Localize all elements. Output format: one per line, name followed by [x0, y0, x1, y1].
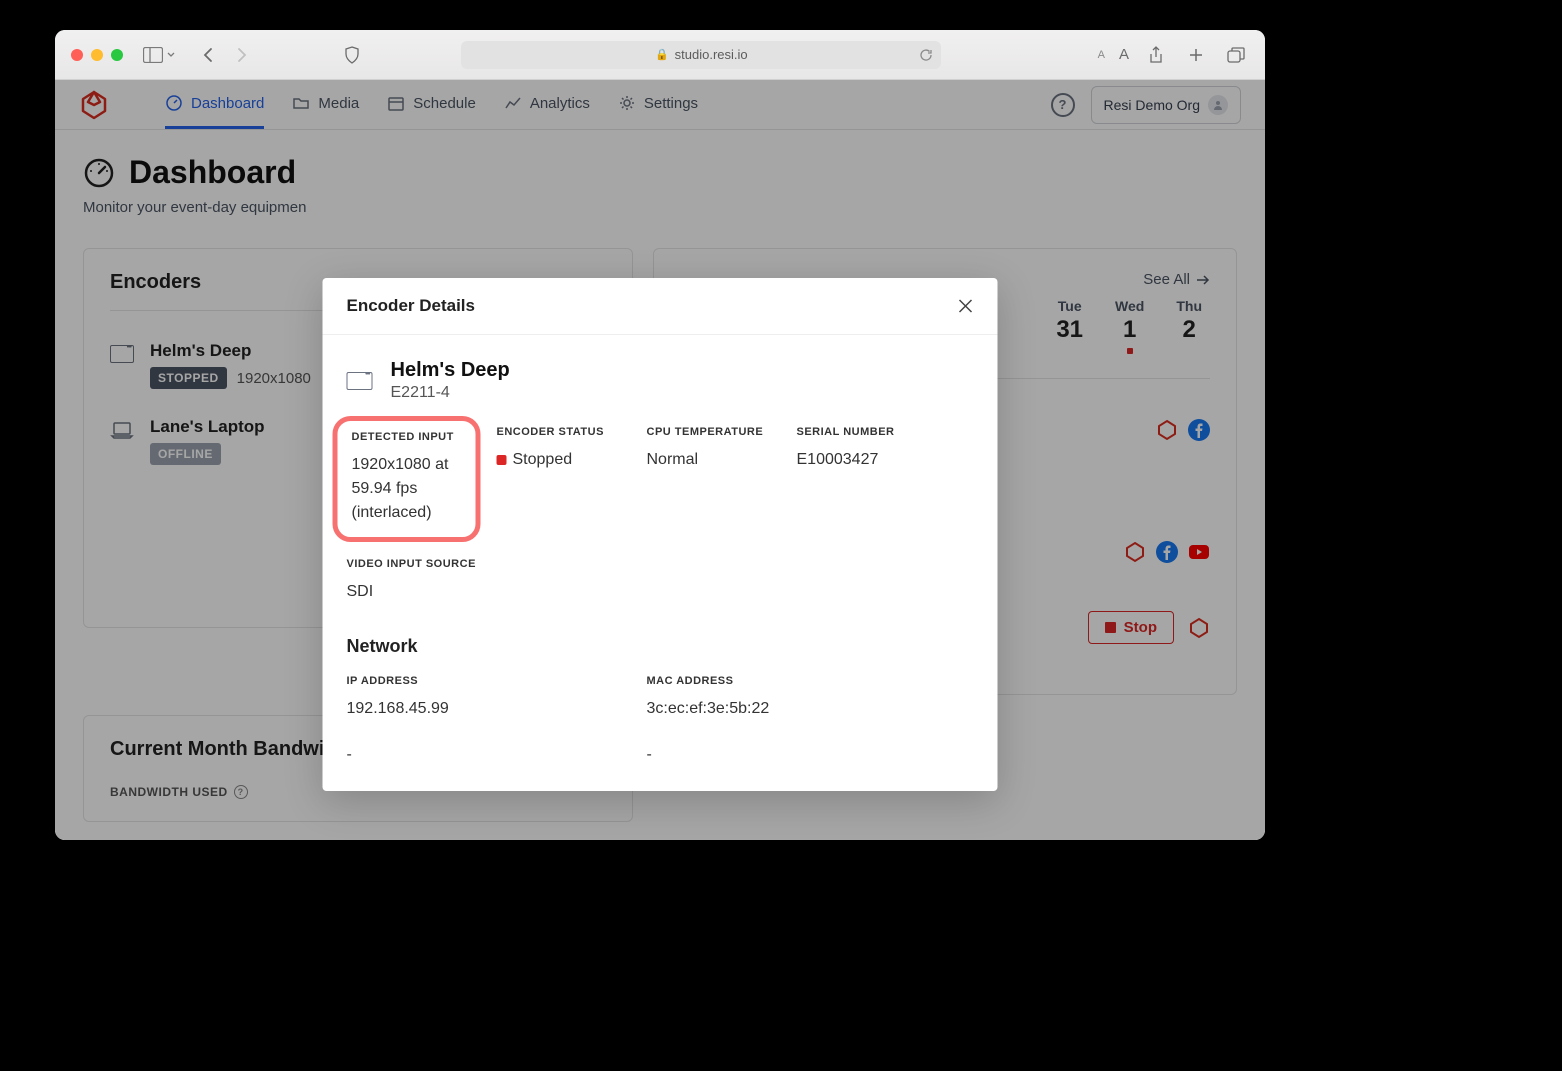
- serial-number-label: SERIAL NUMBER: [797, 426, 947, 438]
- modal-body: Helm's Deep E2211-4 DETECTED INPUT 1920x…: [323, 335, 998, 791]
- ip-address-value: 192.168.45.99: [347, 697, 647, 721]
- encoder-status-cell: ENCODER STATUS Stopped: [497, 426, 647, 530]
- modal-title: Encoder Details: [347, 296, 476, 316]
- lock-icon: 🔒: [655, 48, 669, 61]
- safari-window: 🔒 studio.resi.io A A Dashboard: [55, 30, 1265, 840]
- encoder-status-label: ENCODER STATUS: [497, 426, 647, 438]
- close-icon: [958, 298, 974, 314]
- text-size-large[interactable]: A: [1119, 46, 1129, 63]
- chevron-down-icon: [167, 52, 175, 57]
- serial-number-value: E10003427: [797, 448, 947, 472]
- text-size-small[interactable]: A: [1098, 49, 1105, 61]
- detail-grid: DETECTED INPUT 1920x1080 at 59.94 fps (i…: [347, 426, 974, 530]
- modal-encoder-name: Helm's Deep: [391, 359, 510, 382]
- network-dash-1: -: [347, 743, 647, 767]
- encoder-icon: [347, 372, 373, 390]
- nav-arrows: [195, 44, 255, 66]
- mac-address-value: 3c:ec:ef:3e:5b:22: [647, 697, 947, 721]
- network-section-heading: Network: [347, 636, 974, 657]
- mac-address-cell: MAC ADDRESS 3c:ec:ef:3e:5b:22: [647, 675, 947, 721]
- privacy-shield-button[interactable]: [339, 44, 365, 66]
- modal-close-button[interactable]: [958, 298, 974, 314]
- modal-header: Encoder Details: [323, 278, 998, 335]
- ip-address-label: IP ADDRESS: [347, 675, 647, 687]
- tabs-button[interactable]: [1223, 44, 1249, 66]
- ip-address-cell: IP ADDRESS 192.168.45.99: [347, 675, 647, 721]
- new-tab-button[interactable]: [1183, 44, 1209, 66]
- network-dash-2: -: [647, 743, 947, 767]
- video-input-value: SDI: [347, 580, 974, 604]
- traffic-lights: [71, 49, 123, 61]
- cpu-temperature-value: Normal: [647, 448, 797, 472]
- forward-button[interactable]: [229, 44, 255, 66]
- sidebar-toggle-button[interactable]: [143, 47, 175, 63]
- refresh-button[interactable]: [919, 48, 933, 62]
- url-bar[interactable]: 🔒 studio.resi.io: [461, 41, 941, 69]
- detected-input-value: 1920x1080 at 59.94 fps (interlaced): [352, 453, 462, 525]
- serial-number-cell: SERIAL NUMBER E10003427: [797, 426, 947, 530]
- cpu-temperature-cell: CPU TEMPERATURE Normal: [647, 426, 797, 530]
- modal-encoder-model: E2211-4: [391, 384, 510, 402]
- network-grid: IP ADDRESS 192.168.45.99 MAC ADDRESS 3c:…: [347, 675, 974, 767]
- back-button[interactable]: [195, 44, 221, 66]
- safari-right-controls: A A: [1098, 44, 1249, 66]
- detected-input-label: DETECTED INPUT: [352, 431, 462, 443]
- video-input-label: VIDEO INPUT SOURCE: [347, 558, 974, 570]
- encoder-status-value: Stopped: [497, 448, 647, 472]
- minimize-window-button[interactable]: [91, 49, 103, 61]
- close-window-button[interactable]: [71, 49, 83, 61]
- cpu-temperature-label: CPU TEMPERATURE: [647, 426, 797, 438]
- encoder-details-modal: Encoder Details Helm's Deep E2211-4: [323, 278, 998, 791]
- safari-toolbar: 🔒 studio.resi.io A A: [55, 30, 1265, 80]
- share-button[interactable]: [1143, 44, 1169, 66]
- status-dot-icon: [497, 455, 507, 465]
- modal-encoder-header: Helm's Deep E2211-4: [347, 359, 974, 402]
- highlight-annotation: DETECTED INPUT 1920x1080 at 59.94 fps (i…: [333, 416, 481, 542]
- video-input-cell: VIDEO INPUT SOURCE SDI: [347, 558, 974, 604]
- mac-address-label: MAC ADDRESS: [647, 675, 947, 687]
- url-text: studio.resi.io: [675, 47, 748, 62]
- app-content: Dashboard Media Schedule Analytics Setti…: [55, 80, 1265, 840]
- maximize-window-button[interactable]: [111, 49, 123, 61]
- detected-input-cell: DETECTED INPUT 1920x1080 at 59.94 fps (i…: [347, 426, 497, 530]
